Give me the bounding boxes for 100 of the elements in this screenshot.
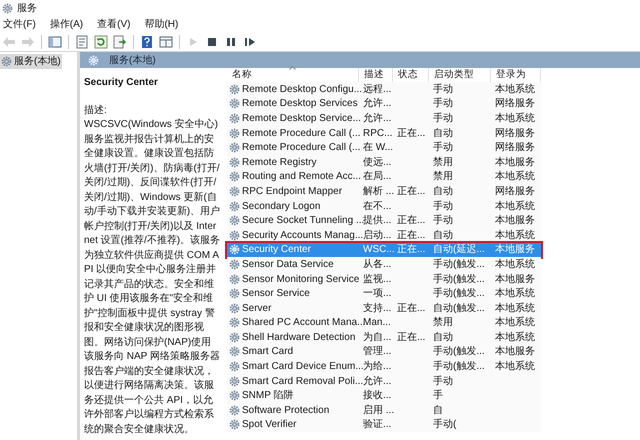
- service-row[interactable]: Spot Verifier 验证... 手动(: [227, 418, 541, 432]
- properties-icon[interactable]: [74, 34, 90, 50]
- service-name: Shell Hardware Detection: [242, 330, 356, 345]
- description-cell: 管理...: [363, 346, 392, 358]
- service-row[interactable]: Remote Desktop Configu...远程... 手动 本地系统: [227, 82, 541, 97]
- startup-type-cell: 手动(触发...: [433, 288, 485, 300]
- startup-type-cell: 自动: [433, 332, 453, 343]
- startup-type-cell: 手动: [433, 84, 453, 95]
- startup-type-cell: 自: [433, 404, 443, 416]
- service-row[interactable]: Smart Card Device Enum...为给... 手动(触发... 本地系统: [227, 359, 541, 374]
- startup-type-cell: 自动(触发...: [433, 302, 485, 314]
- service-name: Smart Card Device Enum...: [242, 361, 364, 374]
- logon-cell: 网络服务: [495, 98, 535, 110]
- pane-title: 服务(本地): [109, 54, 156, 68]
- gear-icon: [229, 200, 240, 212]
- gear-icon: [229, 84, 240, 95]
- logon-cell: 网络服务: [495, 128, 535, 139]
- description-cell: 允许...: [363, 112, 392, 124]
- logon-cell: 本地服务: [495, 346, 535, 358]
- description-cell: 为给...: [363, 361, 392, 372]
- service-row[interactable]: Sensor Data Service 从各... 手动(触发... 本地系统: [227, 257, 541, 272]
- startup-type-cell: 手动: [433, 98, 453, 110]
- pane-view-icon[interactable]: [158, 34, 174, 50]
- service-row[interactable]: Smart Card 管理... 手动(触发... 本地服务: [227, 344, 541, 360]
- startup-type-cell: 手动: [433, 112, 453, 124]
- logon-cell: 本地系统: [495, 112, 535, 124]
- service-name: Sensor Data Service: [242, 258, 334, 272]
- gear-icon: [229, 346, 240, 358]
- console-tree-icon[interactable]: [47, 34, 63, 50]
- menu-item[interactable]: 帮助(H): [144, 20, 178, 30]
- service-row[interactable]: Secure Socket Tunneling ...提供... 正在... 手动 本地服务: [227, 213, 541, 228]
- description-cell: 允许...: [363, 376, 392, 387]
- description-cell: 解析 ...: [363, 186, 394, 197]
- logon-cell: 本地系统: [495, 317, 535, 328]
- service-row[interactable]: Remote Procedure Call (... 在 W... 手动 网络服务: [227, 140, 541, 155]
- logon-cell: 本地系统: [495, 171, 535, 182]
- logon-cell: 本地系统: [495, 84, 535, 95]
- service-name: Routing and Remote Acc...: [242, 170, 361, 184]
- service-row[interactable]: Shell Hardware Detection 为自... 正在... 自动 本地系统: [227, 330, 541, 345]
- startup-type-cell: 手动(: [433, 419, 456, 430]
- service-row[interactable]: Remote Desktop Service... 允许... 手动 本地系统: [227, 111, 541, 126]
- logon-cell: 网络服务: [495, 142, 535, 154]
- description-cell: 一项...: [363, 288, 392, 300]
- service-name: Spot Verifier: [242, 418, 296, 432]
- gear-icon: [229, 112, 240, 124]
- menu-item[interactable]: 查看(V): [97, 20, 130, 30]
- service-row[interactable]: Sensor Service 一项... 手动(触发... 本地系统: [227, 286, 541, 301]
- description-cell: Man...: [363, 317, 391, 328]
- startup-type-cell: 手动(触发...: [433, 274, 485, 285]
- service-name: Remote Registry: [242, 156, 316, 170]
- service-name: Server: [242, 302, 272, 316]
- service-name: Remote Procedure Call (...: [242, 141, 360, 156]
- service-name: Remote Desktop Configu...: [242, 82, 362, 97]
- logon-cell: 本地服务: [495, 274, 535, 285]
- service-row[interactable]: Secondary Logon 在不... 手动 本地系统: [227, 198, 541, 214]
- service-row[interactable]: SNMP 陷阱 接收... 手: [227, 388, 541, 404]
- service-row[interactable]: Remote Registry 使远... 禁用 本地服务: [227, 154, 541, 170]
- description-cell: 从各...: [363, 258, 392, 270]
- menu-item[interactable]: 操作(A): [50, 20, 84, 30]
- gear-icon: [229, 317, 240, 328]
- export-list-icon[interactable]: [112, 34, 128, 50]
- gear-icon: [229, 390, 240, 402]
- service-name: Software Protection: [242, 404, 330, 418]
- refresh-icon[interactable]: [93, 34, 109, 50]
- service-row[interactable]: Software Protection 启用 ... 自: [227, 403, 541, 418]
- startup-type-cell: 禁用: [433, 317, 453, 328]
- logon-cell: 本地系统: [495, 332, 535, 343]
- tree-item[interactable]: 服务(本地): [0, 54, 62, 69]
- service-name: Remote Desktop Service...: [242, 112, 361, 126]
- gear-icon: [229, 171, 240, 182]
- service-row[interactable]: Remote Procedure Call (... RPC... 正在... 自动 网络服务: [227, 126, 541, 140]
- service-row[interactable]: Sensor Monitoring Service 监视... 手动(触发... 本地服务: [227, 272, 541, 286]
- startup-type-cell: 自动(延迟...: [433, 244, 485, 256]
- gear-icon: [229, 419, 240, 430]
- service-name: Security Accounts Manag...: [242, 228, 364, 243]
- gear-icon: [229, 361, 240, 372]
- description-cell: 在局...: [363, 171, 392, 182]
- description-cell: 接收...: [363, 390, 392, 402]
- startup-type-cell: 自动: [433, 128, 453, 139]
- service-name: Smart Card: [242, 345, 294, 360]
- description-text: WSCSVC(Windows 安全中心)服务监视并报告计算机上的安全健康设置。健康设置包括防火墙(打开/关闭)、防病毒(打开/关闭/过期)、反间谍软件(打开/关闭/过期)、Windows 更新(自动/手动下载并安装更新)、用户帐户控制(打开/关闭)以及 Internet 设置(推荐/不推荐)。该服务为独立软件供应商提供 COM API 以便向安全中心服务注册并记录其产品的状态。安全和维护 UI 使用该服务在"安全和维护"控制面板中提供 systray 警报和安全健康状况的图形视图。网络访问保护(NAP)使用该服务向 NAP 网络策略服务器报告客户端的安全健康状况，以便进行网络隔离决策。该服务还提供一个公共 API，以允许外部客户以编程方式检索系统的聚合安全健康状况。: [84, 118, 221, 436]
- service-row[interactable]: Smart Card Removal Poli...允许... 手动: [227, 374, 541, 388]
- gear-icon: [88, 54, 99, 66]
- status-cell: 正在...: [397, 302, 426, 314]
- description-cell: WSC...: [363, 244, 395, 256]
- startup-type-cell: 禁用: [433, 156, 453, 168]
- service-row[interactable]: Shared PC Account Mana...Man... 禁用 本地系统: [227, 316, 541, 330]
- description-cell: 为自...: [363, 332, 392, 343]
- help-icon[interactable]: [139, 34, 155, 50]
- gear-icon: [2, 3, 13, 14]
- service-row[interactable]: Routing and Remote Acc... 在局... 禁用 本地系统: [227, 170, 541, 184]
- menu-item[interactable]: 文件(F): [3, 20, 36, 30]
- gear-icon: [229, 230, 240, 241]
- sort-caret-icon: [289, 66, 296, 70]
- description-cell: 启动...: [363, 230, 392, 241]
- logon-cell: 本地系统: [495, 200, 535, 212]
- description-cell: 监视...: [363, 274, 392, 285]
- service-row[interactable]: Server 支持... 正在... 自动(触发... 本地系统: [227, 300, 541, 316]
- service-row[interactable]: RPC Endpoint Mapper 解析 ... 正在... 自动 网络服务: [227, 184, 541, 199]
- service-row[interactable]: Remote Desktop Services 允许... 手动 网络服务: [227, 96, 541, 112]
